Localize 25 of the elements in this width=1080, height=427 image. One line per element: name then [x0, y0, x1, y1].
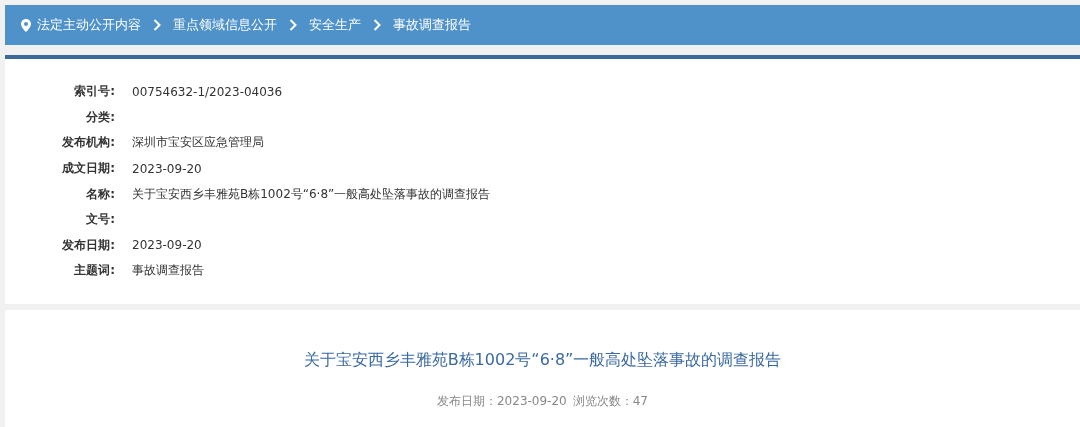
field-label: 发布机构:: [61, 134, 115, 152]
chevron-right-icon: [373, 19, 381, 31]
field-label: 发布日期:: [61, 236, 115, 254]
field-value: 关于宝安西乡丰雅苑B栋1002号“6·8”一般高处坠落事故的调查报告: [132, 185, 492, 203]
article-title: 关于宝安西乡丰雅苑B栋1002号“6·8”一般高处坠落事故的调查报告: [303, 350, 782, 371]
field-label: 主题词:: [73, 262, 115, 280]
field-label: 成文日期:: [61, 160, 115, 178]
breadcrumb-link[interactable]: 事故调查报告: [393, 16, 471, 34]
field-label: 文号:: [85, 211, 115, 229]
location-pin-icon: [21, 18, 31, 32]
field-value: 00754632-1/2023-04036: [132, 84, 284, 99]
field-label: 分类:: [85, 108, 115, 126]
breadcrumb-link[interactable]: 法定主动公开内容: [37, 16, 141, 34]
field-label: 名称:: [85, 185, 115, 203]
article-meta: 浏览次数：47: [572, 393, 648, 410]
field-value: 事故调查报告: [132, 262, 205, 280]
field-value: 2023-09-20: [132, 238, 203, 253]
chevron-right-icon: [153, 19, 161, 31]
breadcrumb-link[interactable]: 安全生产: [309, 16, 361, 34]
field-label: 索引号:: [73, 83, 115, 101]
field-value: 2023-09-20: [132, 161, 203, 176]
breadcrumb-link[interactable]: 重点领域信息公开: [173, 16, 277, 34]
chevron-right-icon: [289, 19, 297, 31]
article-meta: 发布日期：2023-09-20: [437, 393, 567, 410]
field-value: 深圳市宝安区应急管理局: [132, 134, 265, 152]
